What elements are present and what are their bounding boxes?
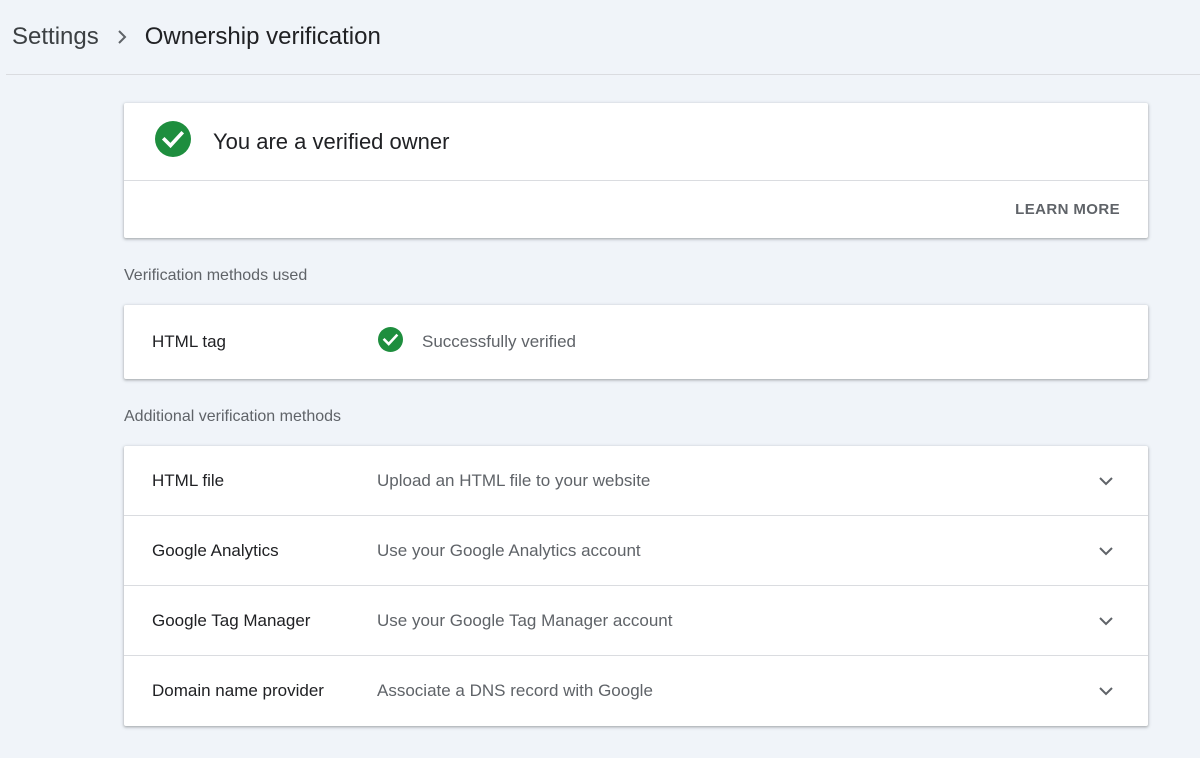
verification-status: Successfully verified — [378, 327, 576, 357]
method-name: Google Tag Manager — [152, 610, 311, 630]
method-name: Domain name provider — [152, 681, 324, 700]
chevron-down-icon[interactable] — [1094, 612, 1118, 630]
method-name: HTML file — [152, 470, 225, 490]
learn-more-button[interactable]: LEARN MORE — [1015, 201, 1120, 218]
verification-methods-used-label: Verification methods used — [124, 267, 308, 284]
additional-methods-card: HTML file Upload an HTML file to your we… — [124, 446, 1148, 726]
method-name: Google Analytics — [152, 540, 279, 560]
method-description: Use your Google Tag Manager account — [377, 610, 673, 630]
header-divider — [6, 74, 1200, 75]
page-title: Ownership verification — [144, 23, 381, 50]
method-row-domain-name-provider[interactable]: Domain name provider Associate a DNS rec… — [124, 656, 1148, 726]
used-methods-card: HTML tag Successfully verified — [124, 305, 1148, 379]
chevron-down-icon[interactable] — [1094, 542, 1118, 560]
page-header: Settings Ownership verification — [0, 0, 1200, 74]
check-circle-icon — [378, 327, 403, 357]
check-circle-icon — [155, 121, 191, 162]
chevron-down-icon[interactable] — [1094, 472, 1118, 490]
chevron-right-icon — [99, 29, 145, 45]
verified-owner-card: You are a verified owner LEARN MORE — [124, 103, 1148, 238]
method-description: Upload an HTML file to your website — [377, 470, 651, 490]
additional-methods-label: Additional verification methods — [124, 408, 342, 425]
method-name-html-tag: HTML tag — [152, 332, 227, 351]
method-row-google-analytics[interactable]: Google Analytics Use your Google Analyti… — [124, 516, 1148, 586]
method-row-google-tag-manager[interactable]: Google Tag Manager Use your Google Tag M… — [124, 586, 1148, 656]
status-text: Successfully verified — [422, 332, 577, 351]
breadcrumb-settings-link[interactable]: Settings — [12, 23, 99, 51]
chevron-down-icon[interactable] — [1094, 682, 1118, 700]
verified-owner-actions: LEARN MORE — [124, 181, 1148, 238]
verified-owner-title: You are a verified owner — [213, 128, 450, 154]
method-row-html-file[interactable]: HTML file Upload an HTML file to your we… — [124, 446, 1148, 516]
verified-owner-header: You are a verified owner — [124, 103, 1148, 181]
method-description: Associate a DNS record with Google — [377, 681, 653, 700]
method-description: Use your Google Analytics account — [377, 540, 641, 560]
